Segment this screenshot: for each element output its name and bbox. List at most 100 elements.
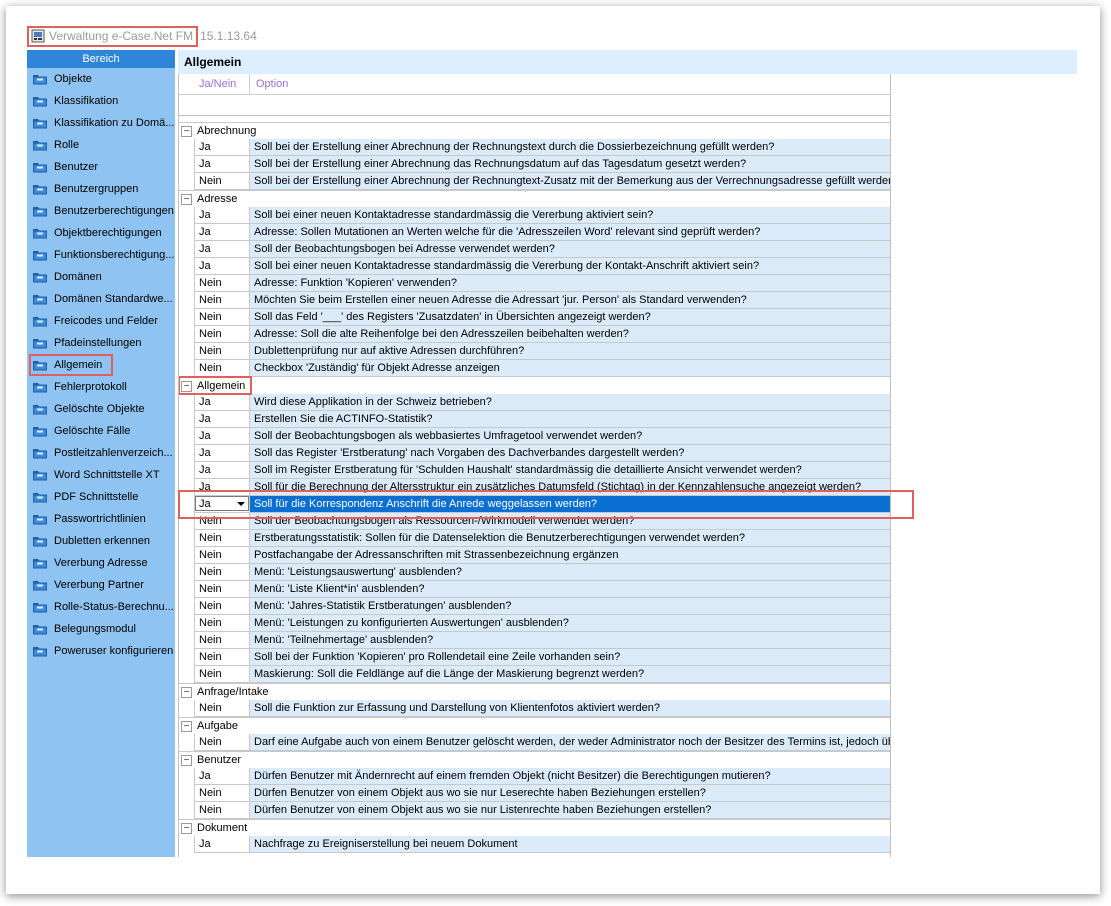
table-row[interactable]: Nein Menü: 'Teilnehmertage' ausblenden? (194, 632, 890, 649)
sidebar-item[interactable]: Fehlerprotokoll (27, 376, 175, 398)
table-row[interactable]: Nein Dublettenprüfung nur auf aktive Adre… (194, 343, 890, 360)
sidebar-item[interactable]: Rolle-Status-Berechnu... (27, 596, 175, 618)
table-row[interactable]: Nein Menü: 'Leistungsauswertung' ausblend… (194, 564, 890, 581)
option-cell[interactable]: Maskierung: Soll die Feldlänge auf die L… (250, 666, 890, 683)
sidebar-item[interactable]: Benutzergruppen (27, 178, 175, 200)
table-row[interactable]: Nein Adresse: Soll die alte Reihenfolge b… (194, 326, 890, 343)
group-row[interactable]: − Benutzer (179, 751, 890, 768)
table-row[interactable]: Nein Erstberatungsstatistik: Sollen für d… (194, 530, 890, 547)
group-row[interactable]: − Allgemein (179, 376, 252, 395)
ja-nein-cell[interactable]: Nein (194, 666, 250, 683)
option-cell[interactable]: Erstberatungsstatistik: Sollen für die D… (250, 530, 890, 547)
option-cell[interactable]: Soll bei der Erstellung einer Abrechnung… (250, 139, 890, 156)
sidebar-item[interactable]: Belegungsmodul (27, 618, 175, 640)
table-row[interactable]: Nein Soll bei der Funktion 'Kopieren' pro… (194, 649, 890, 666)
option-cell[interactable]: Dublettenprüfung nur auf aktive Adressen… (250, 343, 890, 360)
table-row[interactable]: Nein Adresse: Funktion 'Kopieren' verwend… (194, 275, 890, 292)
option-cell[interactable]: Adresse: Funktion 'Kopieren' verwenden? (250, 275, 890, 292)
ja-nein-cell[interactable]: Nein (194, 615, 250, 632)
option-cell[interactable]: Menü: 'Leistungsauswertung' ausblenden? (250, 564, 890, 581)
sidebar-item[interactable]: Domänen Standardwe... (27, 288, 175, 310)
table-row[interactable]: Ja Soll im Register Erstberatung für 'Sch… (194, 462, 890, 479)
sidebar-item[interactable]: Objekte (27, 68, 175, 90)
ja-nein-cell[interactable]: Nein (194, 785, 250, 802)
option-cell[interactable]: Soll das Feld '___' des Registers 'Zusat… (250, 309, 890, 326)
option-cell[interactable]: Soll der Beobachtungsbogen als webbasier… (250, 428, 890, 445)
option-cell[interactable]: Soll bei der Erstellung einer Abrechnung… (250, 173, 890, 190)
table-row[interactable]: Nein Darf eine Aufgabe auch von einem Ben… (194, 734, 890, 751)
ja-nein-cell[interactable]: Ja (194, 479, 250, 496)
group-row[interactable]: − Abrechnung (179, 122, 890, 139)
option-cell[interactable]: Adresse: Sollen Mutationen an Werten wel… (250, 224, 890, 241)
ja-nein-cell[interactable]: Nein (194, 598, 250, 615)
sidebar-item[interactable]: Word Schnittstelle XT (27, 464, 175, 486)
sidebar-item[interactable]: Gelöschte Objekte (27, 398, 175, 420)
ja-nein-cell[interactable]: Nein (194, 581, 250, 598)
table-row[interactable]: Nein Postfachangabe der Adressanschriften… (194, 547, 890, 564)
table-row[interactable]: Ja Dürfen Benutzer mit Ändernrecht auf ei… (194, 768, 890, 785)
table-row[interactable]: Ja Nachfrage zu Ereigniserstellung bei ne… (194, 836, 890, 853)
ja-nein-cell[interactable]: Ja (194, 224, 250, 241)
collapse-toggle-icon[interactable]: − (181, 125, 192, 137)
group-row[interactable]: − Dokument (179, 819, 890, 836)
sidebar-item[interactable]: Klassifikation zu Domä... (27, 112, 175, 134)
table-row[interactable]: Ja Soll für die Berechnung der Altersstru… (194, 479, 890, 496)
group-row[interactable]: − Anfrage/Intake (179, 683, 890, 700)
sidebar-item[interactable]: Objektberechtigungen (27, 222, 175, 244)
option-cell[interactable]: Wird diese Applikation in der Schweiz be… (250, 394, 890, 411)
table-row[interactable]: Nein Dürfen Benutzer von einem Objekt aus… (194, 785, 890, 802)
ja-nein-cell[interactable]: Ja (194, 496, 250, 513)
ja-nein-cell[interactable]: Nein (194, 700, 250, 717)
ja-nein-cell[interactable]: Nein (194, 513, 250, 530)
sidebar-item[interactable]: Poweruser konfigurieren (27, 640, 175, 662)
ja-nein-cell[interactable]: Nein (194, 173, 250, 190)
ja-nein-cell[interactable]: Ja (194, 241, 250, 258)
ja-nein-cell[interactable]: Ja (194, 462, 250, 479)
option-cell[interactable]: Soll bei einer neuen Kontaktadresse stan… (250, 258, 890, 275)
group-row[interactable]: − Aufgabe (179, 717, 890, 734)
ja-nein-cell[interactable]: Nein (194, 649, 250, 666)
table-row[interactable]: Ja Soll bei der Erstellung einer Abrechnu… (194, 139, 890, 156)
column-header-ja-nein[interactable]: Ja/Nein (179, 74, 250, 94)
sidebar-item[interactable]: Freicodes und Felder (27, 310, 175, 332)
ja-nein-cell[interactable]: Nein (194, 734, 250, 751)
ja-nein-cell[interactable]: Nein (194, 309, 250, 326)
option-cell[interactable]: Soll bei der Erstellung einer Abrechnung… (250, 156, 890, 173)
option-cell[interactable]: Menü: 'Jahres-Statistik Erstberatungen' … (250, 598, 890, 615)
collapse-toggle-icon[interactable]: − (181, 686, 192, 698)
sidebar-item[interactable]: Benutzerberechtigungen (27, 200, 175, 222)
table-row[interactable]: Nein Menü: 'Jahres-Statistik Erstberatung… (194, 598, 890, 615)
ja-nein-cell[interactable]: Nein (194, 360, 250, 377)
table-row[interactable]: Ja Soll bei der Erstellung einer Abrechnu… (194, 156, 890, 173)
ja-nein-cell[interactable]: Ja (194, 139, 250, 156)
sidebar-item[interactable]: Vererbung Adresse (27, 552, 175, 574)
collapse-toggle-icon[interactable]: − (181, 822, 192, 834)
table-row[interactable]: Ja Soll der Beobachtungsbogen bei Adresse… (194, 241, 890, 258)
ja-nein-cell[interactable]: Ja (194, 411, 250, 428)
group-row[interactable]: − Adresse (179, 190, 890, 207)
option-cell[interactable]: Menü: 'Liste Klient*in' ausblenden? (250, 581, 890, 598)
option-cell[interactable]: Erstellen Sie die ACTINFO-Statistik? (250, 411, 890, 428)
table-row[interactable]: Ja Soll das Register 'Erstberatung' nach … (194, 445, 890, 462)
option-cell[interactable]: Soll die Funktion zur Erfassung und Dars… (250, 700, 890, 717)
option-cell[interactable]: Soll für die Korrespondenz Anschrift die… (250, 496, 890, 513)
ja-nein-cell[interactable]: Nein (194, 802, 250, 819)
option-cell[interactable]: Soll bei der Funktion 'Kopieren' pro Rol… (250, 649, 890, 666)
sidebar-item[interactable]: Pfadeinstellungen (27, 332, 175, 354)
ja-nein-cell[interactable]: Nein (194, 326, 250, 343)
table-row[interactable]: Nein Soll das Feld '___' des Registers 'Z… (194, 309, 890, 326)
option-cell[interactable]: Dürfen Benutzer mit Ändernrecht auf eine… (250, 768, 890, 785)
ja-nein-cell[interactable]: Ja (194, 156, 250, 173)
sidebar-item[interactable]: Klassifikation (27, 90, 175, 112)
sidebar-item[interactable]: Allgemein (29, 354, 113, 376)
sidebar-item[interactable]: Benutzer (27, 156, 175, 178)
table-row[interactable]: Ja Wird diese Applikation in der Schweiz … (194, 394, 890, 411)
ja-nein-cell[interactable]: Ja (194, 428, 250, 445)
table-row[interactable]: Ja Soll für die Korrespondenz Anschrift d… (194, 496, 890, 513)
table-row[interactable]: Ja Soll bei einer neuen Kontaktadresse st… (194, 207, 890, 224)
collapse-toggle-icon[interactable]: − (181, 754, 192, 766)
ja-nein-cell[interactable]: Nein (194, 343, 250, 360)
sidebar-item[interactable]: Postleitzahlenverzeich... (27, 442, 175, 464)
table-row[interactable]: Ja Soll bei einer neuen Kontaktadresse st… (194, 258, 890, 275)
table-row[interactable]: Nein Soll bei der Erstellung einer Abrech… (194, 173, 890, 190)
